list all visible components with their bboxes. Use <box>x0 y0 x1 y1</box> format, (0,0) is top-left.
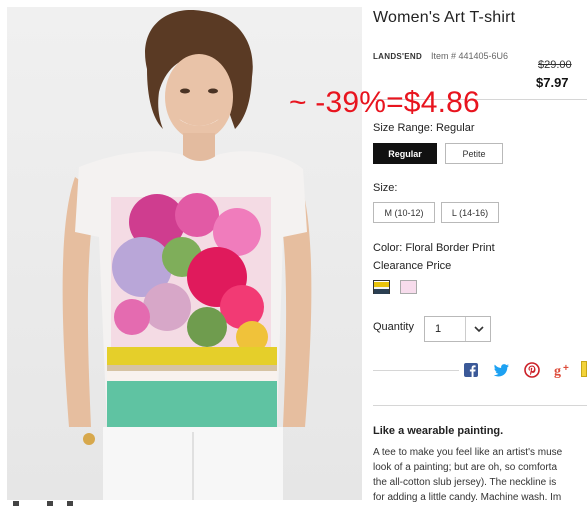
discount-annotation: ~ -39%=$4.86 <box>289 86 480 119</box>
item-number: Item # 441405-6U6 <box>431 51 509 61</box>
size-range-label: Size Range: Regular <box>373 122 475 134</box>
clearance-price-label: Clearance Price <box>373 260 452 272</box>
brand-logo: LANDS'END <box>373 52 423 61</box>
thumbnail-2[interactable] <box>47 501 53 506</box>
size-m-button[interactable]: M (10-12) <box>373 202 435 223</box>
description-text: A tee to make you feel like an artist's … <box>373 445 587 505</box>
description-line: the all-cotton slub jersey). The necklin… <box>373 477 557 488</box>
size-range-petite-button[interactable]: Petite <box>445 143 503 164</box>
quantity-label: Quantity <box>373 321 414 333</box>
thumbnail-1[interactable] <box>13 501 19 506</box>
color-label: Color: Floral Border Print <box>373 242 495 254</box>
description-line: A tee to make you feel like an artist's … <box>373 447 563 458</box>
quantity-value: 1 <box>435 323 442 335</box>
quantity-separator <box>465 317 466 341</box>
chevron-down-icon[interactable] <box>473 324 485 334</box>
divider <box>373 405 587 406</box>
description-line: look of a painting; but are oh, so comfo… <box>373 462 557 473</box>
social-divider <box>373 370 459 371</box>
description-line: for adding a little candy. Machine wash.… <box>373 492 562 503</box>
more-share-icon[interactable] <box>581 361 587 377</box>
quantity-select[interactable]: 1 <box>424 316 491 342</box>
description-title: Like a wearable painting. <box>373 425 504 437</box>
product-image[interactable] <box>7 7 362 500</box>
size-range-regular-button[interactable]: Regular <box>373 143 437 164</box>
swatch-pink[interactable] <box>400 280 417 294</box>
swatch-floral-border-print[interactable] <box>373 280 390 294</box>
pinterest-icon[interactable] <box>524 362 540 378</box>
striped-swatch-icon <box>374 282 389 294</box>
facebook-icon[interactable] <box>463 362 479 378</box>
size-l-button[interactable]: L (14-16) <box>441 202 499 223</box>
image-thumbnail-strip[interactable] <box>9 500 89 506</box>
svg-text:g: g <box>554 364 561 378</box>
google-plus-icon[interactable]: g + <box>554 362 572 378</box>
twitter-icon[interactable] <box>493 362 510 378</box>
size-label: Size: <box>373 182 398 194</box>
thumbnail-3[interactable] <box>67 501 73 506</box>
sale-price: $7.97 <box>536 75 569 90</box>
original-price: $29.00 <box>538 59 572 71</box>
product-title: Women's Art T-shirt <box>373 9 516 26</box>
model-photo <box>7 7 362 500</box>
svg-text:+: + <box>563 363 569 374</box>
